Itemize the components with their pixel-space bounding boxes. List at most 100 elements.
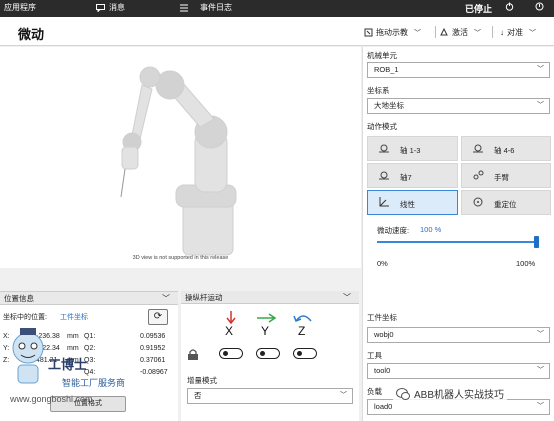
chevron-down-icon: ﹀	[340, 392, 347, 399]
lock-icon[interactable]	[187, 349, 199, 361]
speed-slider-thumb[interactable]	[534, 236, 539, 248]
messages-button[interactable]: 消息	[96, 2, 125, 13]
row-q3-value: 0.37061	[140, 357, 166, 364]
increment-mode-label: 增量模式	[187, 376, 217, 385]
robot-wrist-joint	[139, 66, 161, 88]
activate-label: 激活	[452, 28, 468, 37]
align-label: 对准	[507, 28, 523, 37]
chevron-down-icon: ﹀	[343, 293, 351, 302]
activate-button[interactable]: 激活 ﹀	[440, 27, 481, 38]
watermark-tagline: 智能工厂服务商	[62, 378, 126, 388]
align-icon: ↓	[500, 28, 504, 37]
joystick-panel-header[interactable]: 操纵杆运动 ﹀	[181, 291, 359, 304]
axis-x-label: X	[225, 324, 234, 338]
tool-label: 工具	[367, 351, 382, 360]
viewport-message: 3D view is not supported in this release	[132, 255, 229, 261]
tool-value: tool0	[374, 366, 391, 375]
toggle-knob	[260, 351, 265, 356]
increment-mode-value: 否	[194, 391, 202, 400]
axis-y-label: Y	[261, 324, 270, 338]
tool-select[interactable]: tool0 ﹀	[367, 363, 550, 379]
mode-linear-button[interactable]: 线性	[367, 190, 458, 215]
mode-axis-4-6-button[interactable]: 轴 4-6	[461, 136, 551, 161]
reorient-icon	[473, 197, 483, 207]
chevron-down-icon: ﹀	[162, 294, 170, 303]
speed-label: 微动速度:	[377, 226, 410, 235]
chevron-down-icon: ﹀	[529, 29, 536, 37]
work-obj-select[interactable]: wobj0 ﹀	[367, 327, 550, 343]
activate-icon	[440, 28, 448, 36]
mode-label: 轴 1-3	[400, 146, 421, 155]
mech-unit-label: 机械单元	[367, 51, 397, 60]
hand-icon	[364, 28, 373, 37]
speed-slider-fill	[377, 241, 537, 243]
speed-min-label: 0%	[377, 259, 388, 268]
mode-arm-button[interactable]: 手臂	[461, 163, 551, 188]
axis-z-toggle[interactable]	[293, 348, 317, 359]
chevron-down-icon: ﹀	[537, 102, 544, 109]
axis-joint-icon	[473, 144, 483, 153]
lock-button[interactable]	[535, 2, 544, 11]
coord-system-value: 大地坐标	[374, 101, 404, 110]
increment-mode-select[interactable]: 否 ﹀	[187, 388, 353, 404]
refresh-button[interactable]: ⟳	[148, 309, 168, 325]
settings-panel: 机械单元 ROB_1 ﹀ 坐标系 大地坐标 ﹀ 动作模式 轴 1-3 轴 4-6…	[362, 47, 554, 421]
event-log-button[interactable]: 事件日志	[180, 2, 232, 13]
robot-arm-illustration	[120, 66, 237, 256]
app-menu-button[interactable]: 应用程序	[4, 2, 36, 13]
joystick-panel: 操纵杆运动 ﹀ X Y Z 增量模式 否 ﹀	[181, 291, 359, 421]
mode-reorient-button[interactable]: 重定位	[461, 190, 551, 215]
event-log-label: 事件日志	[200, 3, 232, 12]
status-label: 已停止	[465, 4, 493, 14]
chevron-down-icon: ﹀	[537, 403, 544, 410]
row-x-unit: mm	[67, 333, 79, 340]
axis-joint-icon	[379, 171, 389, 180]
mode-axis-1-3-button[interactable]: 轴 1-3	[367, 136, 458, 161]
lock-icon	[535, 2, 544, 11]
robot-3d-viewport[interactable]: 3D view is not supported in this release	[0, 47, 361, 268]
mode-label: 手臂	[494, 173, 509, 182]
coord-system-select[interactable]: 大地坐标 ﹀	[367, 98, 550, 114]
top-bar: 应用程序 消息 事件日志 已停止	[0, 0, 554, 17]
align-button[interactable]: ↓ 对准 ﹀	[500, 27, 536, 38]
controller-status[interactable]: 已停止	[465, 2, 492, 15]
row-y-unit: mm	[67, 345, 79, 352]
mech-unit-select[interactable]: ROB_1 ﹀	[367, 62, 550, 78]
chevron-down-icon: ﹀	[414, 29, 421, 37]
mode-label: 重定位	[494, 200, 517, 209]
page-title: 微动	[18, 27, 45, 42]
toggle-knob	[297, 351, 302, 356]
logo-brand-text: 工博士	[48, 357, 88, 372]
mech-unit-value: ROB_1	[374, 65, 399, 74]
messages-label: 消息	[109, 3, 125, 12]
row-q4-value: -0.08967	[140, 369, 168, 376]
title-bar: 微动 拖动示教 ﹀ 激活 ﹀ ↓ 对准 ﹀	[0, 17, 554, 46]
axis-x-toggle[interactable]	[219, 348, 243, 359]
work-obj-value: wobj0	[374, 330, 394, 339]
arm-icon	[473, 170, 484, 180]
position-panel-title: 位置信息	[4, 294, 34, 303]
divider	[435, 26, 436, 38]
mode-label: 线性	[400, 200, 415, 209]
chevron-down-icon: ﹀	[537, 66, 544, 73]
brand-watermark-text: ABB机器人实战技巧	[414, 390, 505, 401]
axis-y-toggle[interactable]	[256, 348, 280, 359]
joystick-panel-title: 操纵杆运动	[185, 293, 223, 302]
power-button[interactable]	[505, 2, 514, 11]
work-obj-label: 工件坐标	[367, 313, 397, 322]
position-panel-header[interactable]: 位置信息 ﹀	[0, 292, 178, 305]
list-icon	[180, 4, 188, 11]
power-icon	[505, 2, 514, 11]
wechat-icon	[396, 387, 410, 400]
motion-mode-label: 动作模式	[367, 122, 397, 131]
robot-tool	[121, 146, 139, 170]
jog-teach-button[interactable]: 拖动示教 ﹀	[364, 27, 421, 38]
mode-axis-7-button[interactable]: 轴7	[367, 163, 458, 188]
app-menu-label: 应用程序	[4, 3, 36, 12]
jog-teach-label: 拖动示教	[376, 28, 408, 37]
axis-joint-icon	[379, 144, 389, 153]
linear-axes-icon	[379, 197, 389, 207]
coord-label: 坐标系	[367, 86, 390, 95]
robot-forearm	[131, 84, 153, 140]
toggle-knob	[223, 351, 228, 356]
